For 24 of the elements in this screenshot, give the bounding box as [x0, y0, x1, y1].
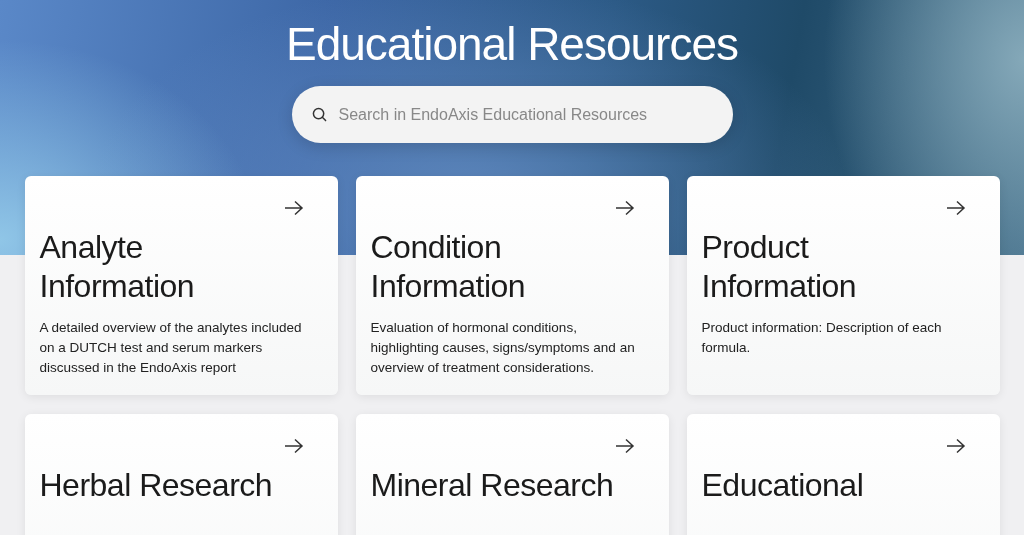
card-description: Evaluation of hormonal conditions, highlighting causes, signs/symptoms and an overview of treatment considerations. — [370, 319, 636, 377]
card-title: Condition Information — [370, 228, 527, 306]
card-description: A detailed overview of the analytes included on a DUTCH test and serum markers discussed in the EndoAxis report — [39, 319, 303, 377]
arrow-right-icon — [945, 200, 966, 216]
card-description: Product information: Description of each formula. — [701, 319, 943, 357]
page-title: Educational Resources — [285, 18, 739, 70]
resource-card[interactable]: Mineral Research — [355, 414, 669, 535]
search-field[interactable]: Search in EndoAxis Educational Resources — [291, 86, 733, 143]
resource-card[interactable]: Analyte Information A detailed overview of the analytes included on a DUTCH test and serum markers discussed in the EndoAxis report — [24, 176, 338, 395]
card-title: Herbal Research — [39, 466, 274, 505]
search-icon — [311, 107, 327, 122]
card-title: Mineral Research — [370, 466, 615, 505]
arrow-right-icon — [945, 438, 966, 454]
arrow-right-icon — [283, 438, 304, 454]
card-title: Analyte Information — [39, 228, 196, 306]
resource-card[interactable]: Condition Information Evaluation of hormonal conditions, highlighting causes, signs/symptoms and an overview of treatment considerations. — [355, 176, 669, 395]
card-title: Product Information — [701, 228, 858, 306]
resource-card[interactable]: Product Information Product information: Description of each formula. — [686, 176, 1000, 395]
card-title: Educational — [701, 466, 865, 505]
arrow-right-icon — [614, 200, 635, 216]
arrow-right-icon — [283, 200, 304, 216]
arrow-right-icon — [614, 438, 635, 454]
resource-card[interactable]: Educational — [686, 414, 1000, 535]
resource-card[interactable]: Herbal Research — [24, 414, 338, 535]
